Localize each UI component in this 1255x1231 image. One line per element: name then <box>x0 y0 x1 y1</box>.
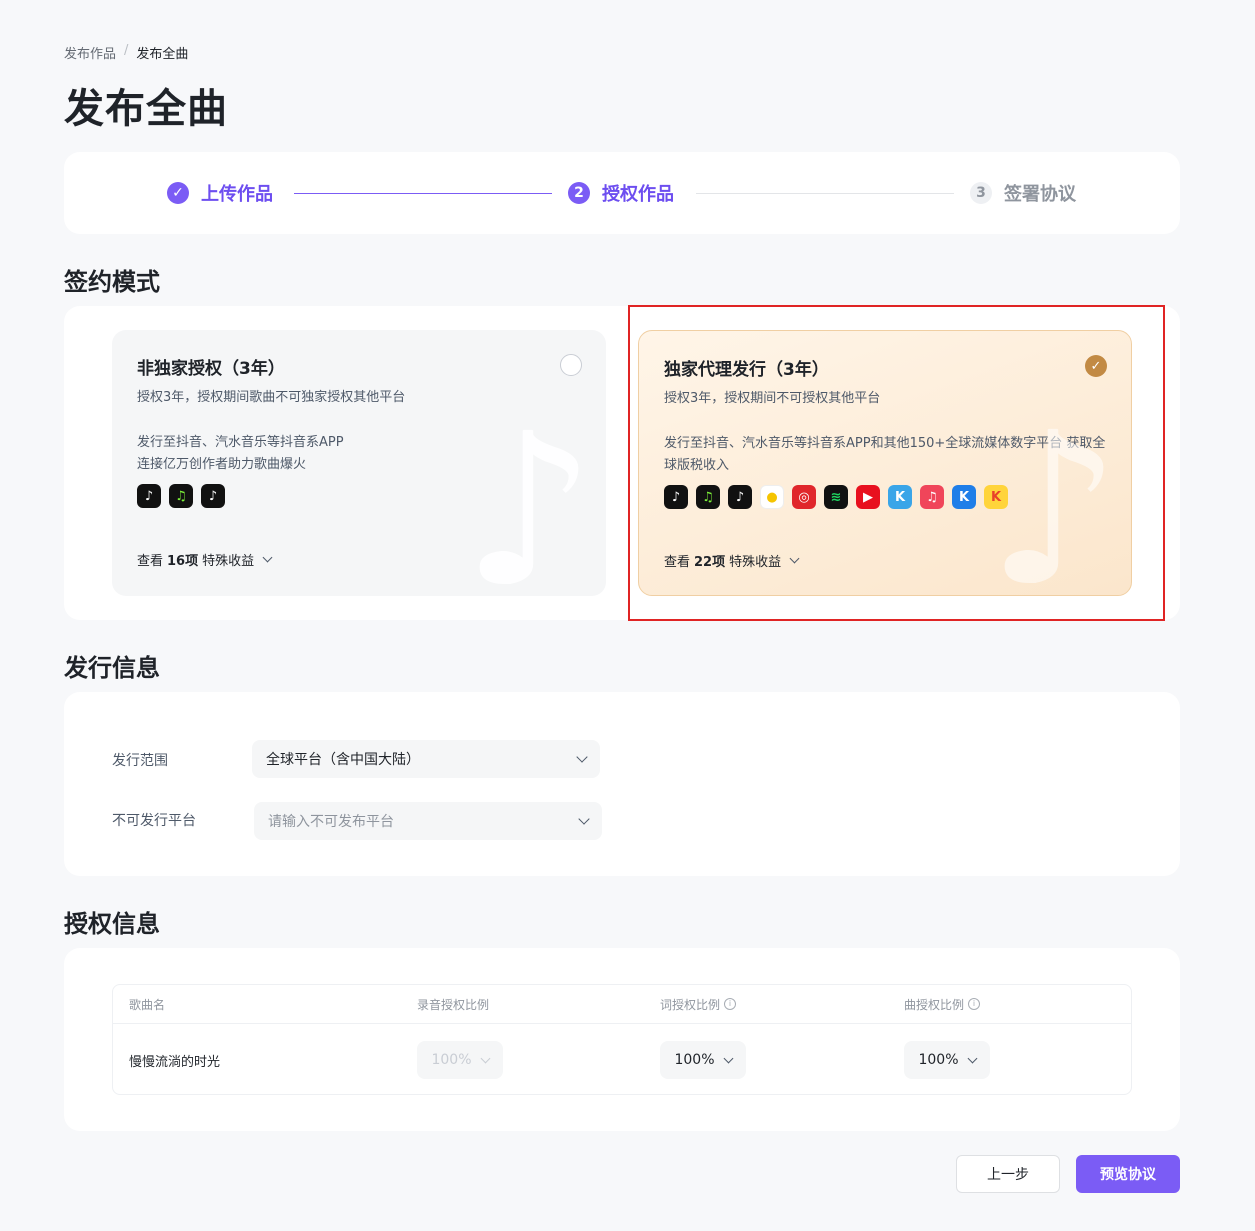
chevron-down-icon <box>262 552 273 563</box>
breadcrumb-parent[interactable]: 发布作品 <box>64 43 116 62</box>
chevron-down-icon <box>576 751 588 763</box>
option-desc: 授权3年，授权期间不可授权其他平台 <box>664 391 881 406</box>
kuaishou-icon: K <box>984 485 1008 509</box>
section-title-release: 发行信息 <box>64 654 160 682</box>
option-exclusive[interactable]: ♪ ✓ 独家代理发行（3年） 授权3年，授权期间不可授权其他平台 发行至抖音、汽… <box>638 330 1132 596</box>
step-number: 3 <box>970 182 992 204</box>
excluded-platform-select[interactable]: 请输入不可发布平台 <box>254 802 602 840</box>
release-scope-label: 发行范围 <box>112 753 168 769</box>
view-suffix: 特殊收益 <box>729 555 782 570</box>
breadcrumb-current: 发布全曲 <box>136 47 189 62</box>
table-header-recording: 录音授权比例 <box>417 997 490 1012</box>
spotify-icon: ≋ <box>824 485 848 509</box>
platform-icons: ♪ ♫ ♪ <box>137 484 582 508</box>
option-body: 发行至抖音、汽水音乐等抖音系APP和其他150+全球流媒体数字平台 获取全球版税… <box>664 436 1106 473</box>
section-title-auth: 授权信息 <box>64 910 160 938</box>
chevron-down-icon <box>578 813 590 825</box>
release-scope-value: 全球平台（含中国大陆） <box>266 752 420 768</box>
chevron-down-icon <box>967 1053 977 1063</box>
option-desc: 授权3年，授权期间歌曲不可独家授权其他平台 <box>137 390 406 405</box>
netease-music-icon: ◎ <box>792 485 816 509</box>
apple-music-icon: ♫ <box>920 485 944 509</box>
radio-unchecked-icon[interactable] <box>560 354 582 376</box>
auth-table: 歌曲名 录音授权比例 词授权比例 i 曲授权比例 i 慢慢流淌的时光 100% 10… <box>112 984 1132 1095</box>
chevron-down-icon <box>480 1053 490 1063</box>
view-benefits-link[interactable]: 查看 22项 特殊收益 <box>664 551 800 570</box>
view-suffix: 特殊收益 <box>202 554 255 569</box>
step-label: 上传作品 <box>201 184 273 205</box>
page-title: 发布全曲 <box>64 86 228 132</box>
step-label: 授权作品 <box>602 184 674 205</box>
table-cell-music: 100% <box>904 1041 990 1079</box>
table-cell-song: 慢慢流淌的时光 <box>129 1054 221 1070</box>
check-icon: ✓ <box>167 182 189 204</box>
release-scope-select[interactable]: 全球平台（含中国大陆） <box>252 740 600 778</box>
music-ratio-select[interactable]: 100% <box>904 1041 990 1079</box>
table-header-music: 曲授权比例 i <box>904 985 981 1023</box>
option-body-line: 连接亿万创作者助力歌曲爆火 <box>137 457 307 472</box>
table-divider <box>113 1023 1131 1024</box>
youtube-music-icon: ▶ <box>856 485 880 509</box>
table-header-song: 歌曲名 <box>129 997 166 1012</box>
excluded-platform-placeholder: 请输入不可发布平台 <box>268 814 394 830</box>
qishui-icon: ♫ <box>169 484 193 508</box>
platform-icons: ♪ ♫ ♪ ● ◎ ≋ ▶ K ♫ K K <box>664 485 1107 509</box>
steps-card: ✓ 上传作品 2 授权作品 3 签署协议 <box>64 152 1180 234</box>
option-title: 独家代理发行（3年） <box>664 360 829 380</box>
option-title: 非独家授权（3年） <box>137 359 285 379</box>
step-upload: ✓ 上传作品 <box>167 180 273 206</box>
kugou-icon: K <box>888 485 912 509</box>
chevron-down-icon <box>789 553 800 564</box>
kuwo-icon: K <box>952 485 976 509</box>
auth-card: 歌曲名 录音授权比例 词授权比例 i 曲授权比例 i 慢慢流淌的时光 100% 10… <box>64 948 1180 1131</box>
chevron-down-icon <box>723 1053 733 1063</box>
option-body: 发行至抖音、汽水音乐等抖音系APP 连接亿万创作者助力歌曲爆火 <box>137 432 587 476</box>
excluded-platform-label: 不可发行平台 <box>112 813 196 829</box>
mode-card: ♪ 非独家授权（3年） 授权3年，授权期间歌曲不可独家授权其他平台 发行至抖音、… <box>64 306 1180 620</box>
table-cell-lyrics: 100% <box>660 1041 746 1079</box>
option-non-exclusive[interactable]: ♪ 非独家授权（3年） 授权3年，授权期间歌曲不可独家授权其他平台 发行至抖音、… <box>112 330 606 596</box>
step-label: 签署协议 <box>1004 184 1076 205</box>
view-prefix: 查看 <box>137 554 164 569</box>
lyrics-ratio-select[interactable]: 100% <box>660 1041 746 1079</box>
douyin-lite-icon: ♪ <box>728 485 752 509</box>
recording-ratio-select: 100% <box>417 1041 503 1079</box>
option-body-line: 发行至抖音、汽水音乐等抖音系APP <box>137 435 344 450</box>
release-card: 发行范围 全球平台（含中国大陆） 不可发行平台 请输入不可发布平台 <box>64 692 1180 876</box>
view-prefix: 查看 <box>664 555 691 570</box>
step-connector <box>294 193 552 194</box>
qq-music-icon: ● <box>760 485 784 509</box>
douyin-icon: ♪ <box>137 484 161 508</box>
table-header-lyrics: 词授权比例 i <box>660 985 737 1023</box>
douyin-lite-icon: ♪ <box>201 484 225 508</box>
info-icon[interactable]: i <box>724 998 737 1010</box>
douyin-icon: ♪ <box>664 485 688 509</box>
section-title-mode: 签约模式 <box>64 268 160 296</box>
view-count: 22项 <box>694 555 726 570</box>
step-connector <box>696 193 954 194</box>
table-cell-recording: 100% <box>417 1041 503 1079</box>
view-benefits-link[interactable]: 查看 16项 特殊收益 <box>137 550 273 569</box>
info-icon[interactable]: i <box>968 998 981 1010</box>
step-authorize: 2 授权作品 <box>568 180 674 206</box>
breadcrumb-separator: / <box>124 43 129 58</box>
step-number: 2 <box>568 182 590 204</box>
step-sign: 3 签署协议 <box>970 180 1076 206</box>
preview-agreement-button[interactable]: 预览协议 <box>1076 1155 1180 1193</box>
radio-checked-icon[interactable]: ✓ <box>1085 355 1107 377</box>
qishui-icon: ♫ <box>696 485 720 509</box>
breadcrumb: 发布作品 / 发布全曲 <box>64 43 188 62</box>
prev-step-button[interactable]: 上一步 <box>956 1155 1060 1193</box>
view-count: 16项 <box>167 554 199 569</box>
